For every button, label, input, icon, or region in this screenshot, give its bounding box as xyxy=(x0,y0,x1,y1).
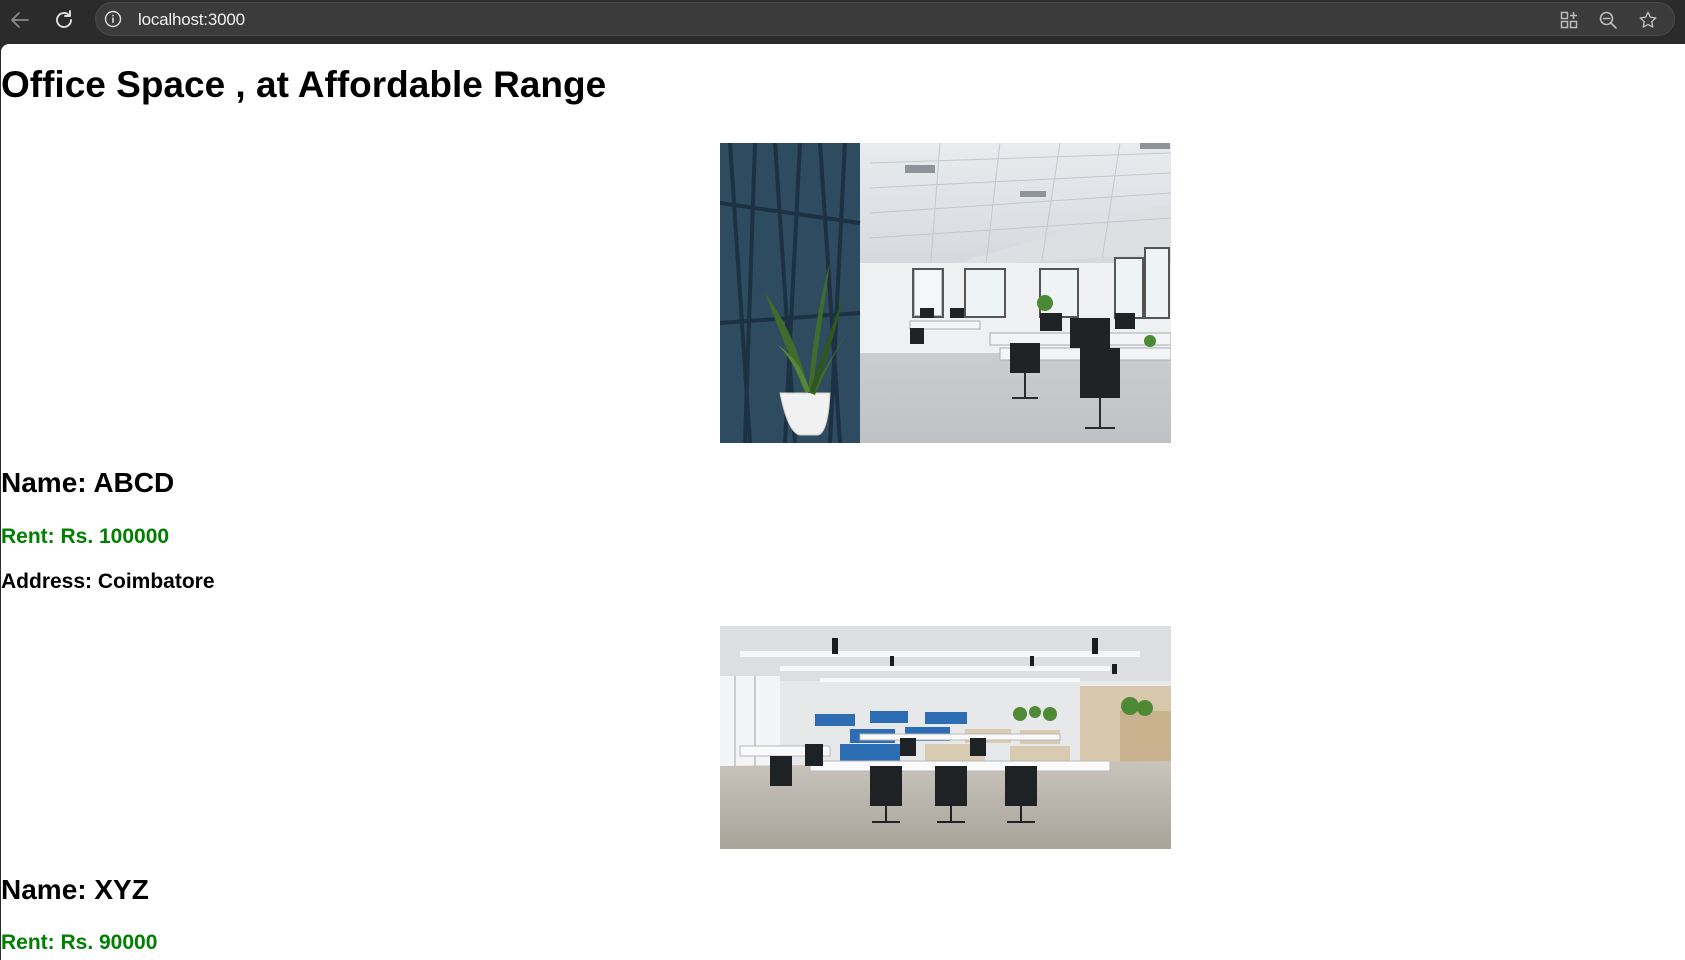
listing-address: Address: Coimbatore xyxy=(1,570,215,593)
office-photo-image xyxy=(720,143,1171,443)
back-button[interactable] xyxy=(5,5,35,35)
reload-icon xyxy=(56,10,72,28)
office-photo-image xyxy=(720,626,1171,849)
address-url[interactable]: localhost:3000 xyxy=(138,10,245,30)
listing-name: Name: ABCD xyxy=(1,467,175,498)
listing-rent: Rent: Rs. 90000 xyxy=(1,931,158,954)
listing-photo xyxy=(720,626,1171,849)
bookmark-star-icon[interactable] xyxy=(1638,10,1658,30)
listing-photo xyxy=(720,143,1171,443)
app-available-icon[interactable] xyxy=(1559,10,1579,30)
arrow-left-icon xyxy=(11,12,29,28)
site-info-icon[interactable] xyxy=(104,10,122,28)
page-viewport: Office Space , at Affordable Range Name:… xyxy=(1,44,1685,960)
page-title: Office Space , at Affordable Range xyxy=(1,64,607,105)
browser-toolbar: localhost:3000 xyxy=(0,0,1685,44)
zoom-out-icon[interactable] xyxy=(1598,10,1618,30)
reload-button[interactable] xyxy=(49,5,79,35)
address-bar[interactable]: localhost:3000 xyxy=(95,2,1675,36)
listing-name: Name: XYZ xyxy=(1,874,149,905)
listing-rent: Rent: Rs. 100000 xyxy=(1,525,170,548)
